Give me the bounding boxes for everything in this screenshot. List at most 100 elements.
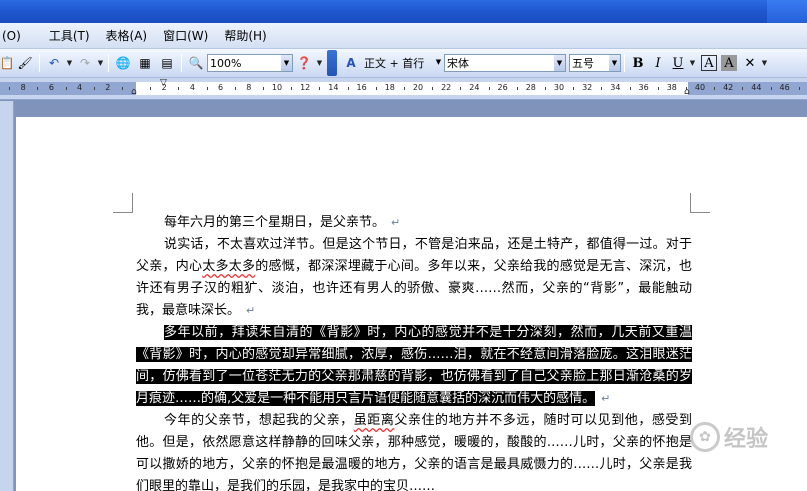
ruler-number: 8 [20,83,26,92]
crop-mark-top-left [113,193,133,213]
menu-help[interactable]: 帮助(H) [216,27,274,44]
ruler-number: 2 [105,83,111,92]
ruler-number: 6 [48,83,54,92]
separator [39,54,40,72]
ruler-number: 12 [300,83,311,92]
ruler-tick [65,87,67,90]
ruler-tick [319,87,321,90]
character-scaling-icon[interactable]: ✕ [740,53,760,73]
menu-window[interactable]: 窗口(W) [155,27,216,44]
underline-button[interactable]: U [668,53,688,73]
ruler-number: 20 [412,83,424,92]
ruler-number: 28 [525,83,536,92]
spelling-error-text[interactable]: 虽距离 [354,413,395,428]
vertical-ruler[interactable] [0,101,14,491]
paragraph-4[interactable]: 今年的父亲节，想起我的父亲，虽距离父亲住的地方并不多远，随时可以见到他，感受到他… [136,410,692,491]
ruler-tick [291,87,293,90]
ruler-tick [629,87,631,90]
ruler-tick [9,87,11,90]
ruler-number: 46 [779,83,790,92]
font-size-combo[interactable]: 五号 ▼ [569,54,621,72]
styles-pane-icon[interactable]: A [340,52,362,74]
tables-borders-icon[interactable]: ▦ [134,52,156,74]
redo-dropdown-icon[interactable]: ▼ [96,59,105,67]
right-indent-marker[interactable]: ⌂ [684,87,690,97]
ruler-tick [657,87,659,90]
style-dropdown-icon[interactable]: ▼ [433,54,444,70]
horizontal-ruler[interactable]: 8 6 4 2 2 4 6 8 10 12 14 16 18 20 22 24 26 28 30 32 34 36 38 40… [0,78,807,100]
toolbar: 📋 🖌 ↶ ▼ ↷ ▼ 🌐 ▦ ▤ 🔍 100% ▼ ❓ ▼ A 正文 + 首行 ▼… [0,49,807,78]
crop-mark-top-right [690,193,710,213]
ruler-tick [573,87,575,90]
ruler-tick [601,87,603,90]
ruler-number: 38 [666,83,677,92]
document-map-icon[interactable]: 🔍 [185,52,207,74]
ruler-tick [403,87,405,90]
scaling-dropdown-icon[interactable]: ▼ [760,59,769,67]
help-icon[interactable]: ❓ [293,52,315,74]
menu-table[interactable]: 表格(A) [98,27,156,44]
paragraph-1[interactable]: 每年六月的第三个星期日，是父亲节。 ↵ [136,212,692,234]
paragraph-mark-icon: ↵ [391,216,401,229]
undo-dropdown-icon[interactable]: ▼ [65,59,74,67]
separator [181,54,182,72]
ruler-number: 24 [469,83,480,92]
font-size-dropdown-icon[interactable]: ▼ [609,55,620,71]
ruler-number: 32 [582,83,593,92]
ruler-tick [37,87,39,90]
help-dropdown-icon[interactable]: ▼ [315,59,324,67]
ruler-tick [262,87,264,90]
ruler-number: 4 [189,83,195,92]
ruler-tick [178,87,180,90]
zoom-dropdown-icon[interactable]: ▼ [281,55,292,71]
ruler-number: 44 [751,83,762,92]
zoom-combo[interactable]: 100% ▼ [207,54,293,72]
ruler-tick [742,87,744,90]
undo-icon[interactable]: ↶ [43,52,65,74]
bold-button[interactable]: B [628,53,648,73]
document-body[interactable]: 每年六月的第三个星期日，是父亲节。 ↵ 说实话，不太喜欢过洋节。但是这个节日，不管… [136,212,692,491]
font-combo[interactable]: 宋体 ▼ [444,54,566,72]
separator [108,54,109,72]
watermark-text: 经验 [724,427,769,452]
hyperlink-icon[interactable]: 🌐 [112,52,134,74]
underline-dropdown-icon[interactable]: ▼ [688,59,697,67]
ruler-number: 6 [218,83,224,92]
ruler-tick [516,87,518,90]
paragraph-2[interactable]: 说实话，不太喜欢过洋节。但是这个节日，不管是泊来品，还是土特产，都值得一过。对于… [136,234,692,322]
ruler-number: 26 [497,83,508,92]
redo-icon[interactable]: ↷ [74,52,96,74]
ruler-number: 8 [246,83,252,92]
font-size-value: 五号 [572,57,594,70]
hanging-indent-marker[interactable]: ⌂ [131,87,137,97]
ruler-number: 4 [77,83,83,92]
ruler-tick [544,87,546,90]
format-painter-icon[interactable]: 🖌 [14,52,36,74]
character-border-button[interactable]: A [701,55,717,71]
insert-table-icon[interactable]: ▤ [156,52,178,74]
toolbar-options-handle[interactable] [327,50,337,76]
first-line-indent-marker[interactable]: ▽ [160,78,167,88]
paw-logo-icon: ✿ [690,422,720,452]
character-shading-button[interactable]: A [721,55,737,71]
paragraph-3-selected[interactable]: 多年以前，拜读朱自清的《背影》时，内心的感觉并不是十分深刻，然而，几天前又重温《… [136,322,692,410]
paragraph-1-text: 每年六月的第三个星期日，是父亲节。 [164,215,386,230]
menu-format[interactable]: (O) [0,29,29,43]
zoom-value: 100% [210,56,242,70]
style-combo[interactable]: 正文 + 首行 ▼ [362,54,444,72]
spelling-error-text[interactable]: 太多太多 [202,259,255,274]
paragraph-4-text-a: 今年的父亲节，想起我的父亲， [164,413,354,428]
style-value: 正文 + 首行 [364,57,425,70]
paste-icon[interactable]: 📋 [0,52,14,74]
watermark: ✿ 经验 [690,417,805,457]
ruler-number: 42 [723,83,734,92]
italic-button[interactable]: I [648,53,668,73]
ruler-tick [488,87,490,90]
ruler-number: 22 [441,83,452,92]
font-value: 宋体 [447,57,469,70]
ruler-tick [714,87,716,90]
menu-tools[interactable]: 工具(T) [41,27,98,44]
font-dropdown-icon[interactable]: ▼ [554,55,565,71]
ruler-tick [375,87,377,90]
ruler-tick [93,87,95,90]
